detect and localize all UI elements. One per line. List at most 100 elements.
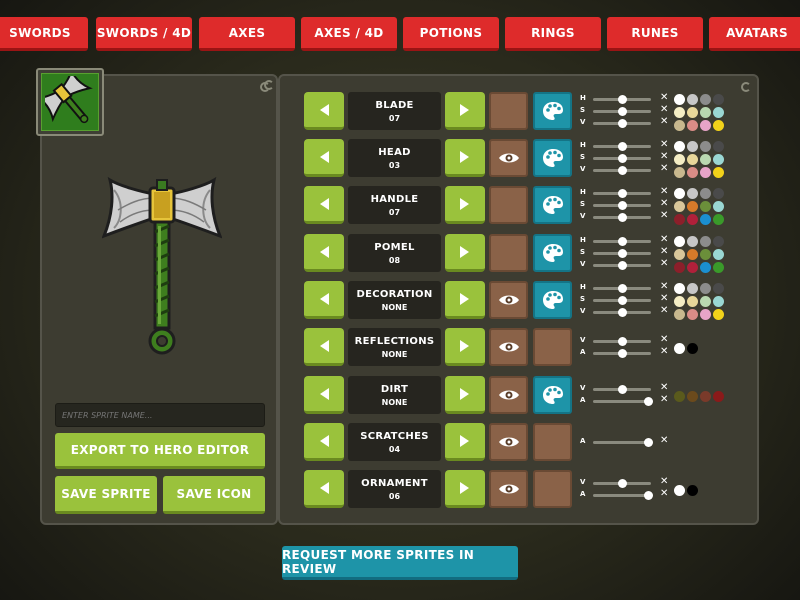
visibility-toggle[interactable] — [489, 281, 528, 319]
palette-button[interactable] — [533, 92, 572, 130]
slider-h[interactable]: H ✕ — [580, 234, 672, 246]
color-preset-dot[interactable] — [687, 296, 698, 307]
color-preset-dot[interactable] — [700, 154, 711, 165]
slider-v[interactable]: V ✕ — [580, 163, 672, 175]
tab-rings[interactable]: RINGS — [505, 17, 601, 51]
color-preset-dot[interactable] — [687, 94, 698, 105]
reset-x-icon[interactable]: ✕ — [660, 163, 668, 174]
color-preset-dot[interactable] — [687, 262, 698, 273]
reset-x-icon[interactable]: ✕ — [660, 151, 668, 162]
export-to-hero-editor-button[interactable]: EXPORT TO HERO EDITOR — [55, 433, 265, 469]
color-preset-dot[interactable] — [674, 141, 685, 152]
color-preset-dot[interactable] — [713, 120, 724, 131]
visibility-toggle[interactable] — [489, 376, 528, 414]
slider-knob[interactable] — [618, 166, 627, 175]
slider-knob[interactable] — [618, 479, 627, 488]
prev-variant-button[interactable] — [304, 234, 344, 272]
palette-button[interactable] — [533, 281, 572, 319]
slider-track[interactable] — [593, 337, 651, 346]
color-preset-dot[interactable] — [674, 201, 685, 212]
slider-track[interactable] — [593, 107, 651, 116]
color-swatch[interactable] — [533, 470, 572, 508]
reset-x-icon[interactable]: ✕ — [660, 258, 668, 269]
color-preset-dot[interactable] — [700, 249, 711, 260]
slider-v[interactable]: V ✕ — [580, 305, 672, 317]
slider-track[interactable] — [593, 249, 651, 258]
reset-x-icon[interactable]: ✕ — [660, 246, 668, 257]
color-preset-dot[interactable] — [713, 188, 724, 199]
reset-x-icon[interactable]: ✕ — [660, 281, 668, 292]
tab-axes[interactable]: AXES — [199, 17, 295, 51]
reset-x-icon[interactable]: ✕ — [660, 394, 668, 405]
slider-knob[interactable] — [644, 397, 654, 406]
color-preset-dot[interactable] — [674, 283, 685, 294]
slider-track[interactable] — [593, 385, 651, 394]
slider-v[interactable]: V ✕ — [580, 116, 672, 128]
color-swatch[interactable] — [533, 423, 572, 461]
color-preset-dot[interactable] — [674, 94, 685, 105]
color-preset-dot[interactable] — [700, 296, 711, 307]
reset-x-icon[interactable]: ✕ — [660, 334, 668, 345]
slider-s[interactable]: S ✕ — [580, 246, 672, 258]
slider-h[interactable]: H ✕ — [580, 139, 672, 151]
slider-track[interactable] — [593, 491, 654, 500]
color-swatch[interactable] — [489, 234, 528, 272]
slider-v[interactable]: V ✕ — [580, 476, 672, 488]
color-preset-dot[interactable] — [713, 236, 724, 247]
palette-button[interactable] — [533, 186, 572, 224]
color-preset-dot[interactable] — [713, 296, 724, 307]
color-preset-dot[interactable] — [687, 485, 698, 496]
visibility-toggle[interactable] — [489, 423, 528, 461]
slider-knob[interactable] — [618, 201, 627, 210]
color-preset-dot[interactable] — [674, 343, 685, 354]
color-preset-dot[interactable] — [687, 154, 698, 165]
color-preset-dot[interactable] — [687, 188, 698, 199]
slider-track[interactable] — [593, 479, 651, 488]
color-preset-dot[interactable] — [700, 167, 711, 178]
color-preset-dot[interactable] — [687, 236, 698, 247]
slider-knob[interactable] — [618, 308, 627, 317]
color-preset-dot[interactable] — [687, 167, 698, 178]
next-variant-button[interactable] — [445, 234, 485, 272]
color-preset-dot[interactable] — [700, 309, 711, 320]
color-preset-dot[interactable] — [700, 236, 711, 247]
visibility-toggle[interactable] — [489, 139, 528, 177]
color-preset-dot[interactable] — [700, 262, 711, 273]
slider-knob[interactable] — [618, 142, 627, 151]
color-preset-dot[interactable] — [700, 141, 711, 152]
color-preset-dot[interactable] — [687, 249, 698, 260]
next-variant-button[interactable] — [445, 281, 485, 319]
next-variant-button[interactable] — [445, 186, 485, 224]
color-preset-dot[interactable] — [700, 201, 711, 212]
color-preset-dot[interactable] — [687, 283, 698, 294]
slider-knob[interactable] — [618, 261, 627, 270]
prev-variant-button[interactable] — [304, 328, 344, 366]
color-preset-dot[interactable] — [687, 141, 698, 152]
slider-track[interactable] — [593, 296, 651, 305]
color-preset-dot[interactable] — [713, 391, 724, 402]
slider-knob[interactable] — [618, 189, 627, 198]
next-variant-button[interactable] — [445, 328, 485, 366]
color-preset-dot[interactable] — [713, 262, 724, 273]
color-preset-dot[interactable] — [700, 391, 711, 402]
slider-s[interactable]: S ✕ — [580, 104, 672, 116]
next-variant-button[interactable] — [445, 92, 485, 130]
slider-track[interactable] — [593, 349, 651, 358]
color-preset-dot[interactable] — [687, 120, 698, 131]
slider-track[interactable] — [593, 119, 651, 128]
next-variant-button[interactable] — [445, 376, 485, 414]
prev-variant-button[interactable] — [304, 376, 344, 414]
reset-x-icon[interactable]: ✕ — [660, 210, 668, 221]
slider-h[interactable]: H ✕ — [580, 92, 672, 104]
reset-x-icon[interactable]: ✕ — [660, 92, 668, 103]
color-preset-dot[interactable] — [713, 141, 724, 152]
color-preset-dot[interactable] — [700, 120, 711, 131]
next-variant-button[interactable] — [445, 470, 485, 508]
slider-knob[interactable] — [618, 95, 627, 104]
slider-track[interactable] — [593, 166, 651, 175]
color-preset-dot[interactable] — [674, 154, 685, 165]
visibility-toggle[interactable] — [489, 328, 528, 366]
slider-track[interactable] — [593, 237, 651, 246]
slider-track[interactable] — [593, 201, 651, 210]
color-swatch[interactable] — [489, 186, 528, 224]
